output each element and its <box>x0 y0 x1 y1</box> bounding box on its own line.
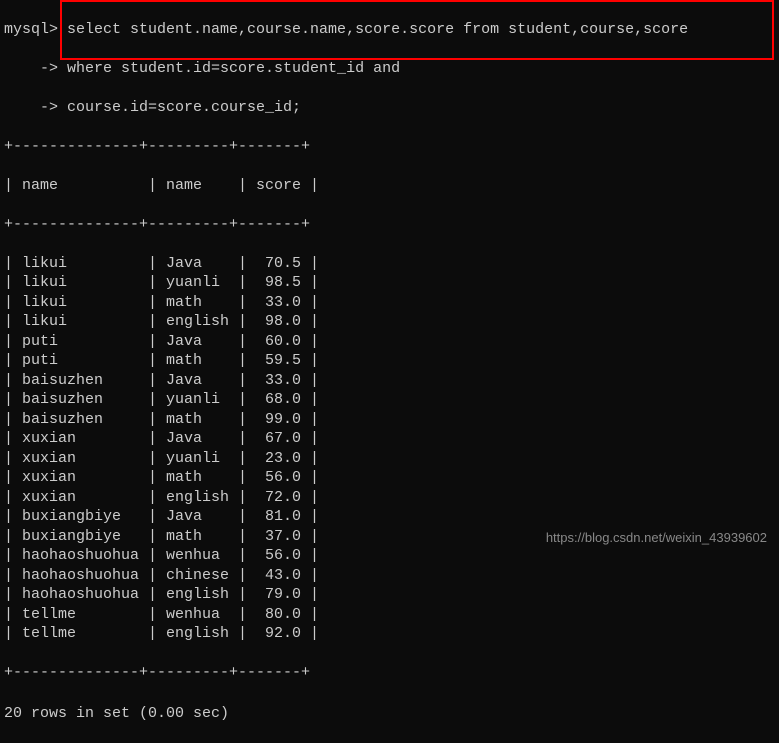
table-row: | likui | english | 98.0 | <box>0 312 779 332</box>
table-row: | puti | math | 59.5 | <box>0 351 779 371</box>
table-row: | likui | math | 33.0 | <box>0 293 779 313</box>
terminal-output: mysql> select student.name,course.name,s… <box>0 0 779 743</box>
status-line: 20 rows in set (0.00 sec) <box>0 704 779 724</box>
table-border-top: +--------------+---------+-------+ <box>0 137 779 157</box>
table-row: | xuxian | yuanli | 23.0 | <box>0 449 779 469</box>
sql-prompt-line-3: -> course.id=score.course_id; <box>0 98 779 118</box>
sql-prompt-line-2: -> where student.id=score.student_id and <box>0 59 779 79</box>
table-border-bottom: +--------------+---------+-------+ <box>0 663 779 683</box>
table-row: | tellme | wenhua | 80.0 | <box>0 605 779 625</box>
table-row: | likui | yuanli | 98.5 | <box>0 273 779 293</box>
table-row: | tellme | english | 92.0 | <box>0 624 779 644</box>
query-text-1: select student.name,course.name,score.sc… <box>58 21 688 38</box>
sql-prompt-line-1: mysql> select student.name,course.name,s… <box>0 20 779 40</box>
table-row: | baisuzhen | Java | 33.0 | <box>0 371 779 391</box>
table-row: | xuxian | Java | 67.0 | <box>0 429 779 449</box>
watermark-text: https://blog.csdn.net/weixin_43939602 <box>546 530 767 547</box>
mysql-prompt: mysql> <box>4 21 58 38</box>
table-row: | haohaoshuohua | english | 79.0 | <box>0 585 779 605</box>
table-row: | likui | Java | 70.5 | <box>0 254 779 274</box>
cont-prompt: -> <box>4 99 58 116</box>
cont-prompt: -> <box>4 60 58 77</box>
table-row: | baisuzhen | yuanli | 68.0 | <box>0 390 779 410</box>
table-row: | haohaoshuohua | wenhua | 56.0 | <box>0 546 779 566</box>
table-row: | buxiangbiye | Java | 81.0 | <box>0 507 779 527</box>
table-row: | haohaoshuohua | chinese | 43.0 | <box>0 566 779 586</box>
table-row: | xuxian | math | 56.0 | <box>0 468 779 488</box>
table-row: | puti | Java | 60.0 | <box>0 332 779 352</box>
table-body: | likui | Java | 70.5 || likui | yuanli … <box>0 254 779 644</box>
query-text-3: course.id=score.course_id; <box>58 99 301 116</box>
table-row: | baisuzhen | math | 99.0 | <box>0 410 779 430</box>
table-border-mid: +--------------+---------+-------+ <box>0 215 779 235</box>
table-row: | xuxian | english | 72.0 | <box>0 488 779 508</box>
table-header-row: | name | name | score | <box>0 176 779 196</box>
query-text-2: where student.id=score.student_id and <box>58 60 400 77</box>
